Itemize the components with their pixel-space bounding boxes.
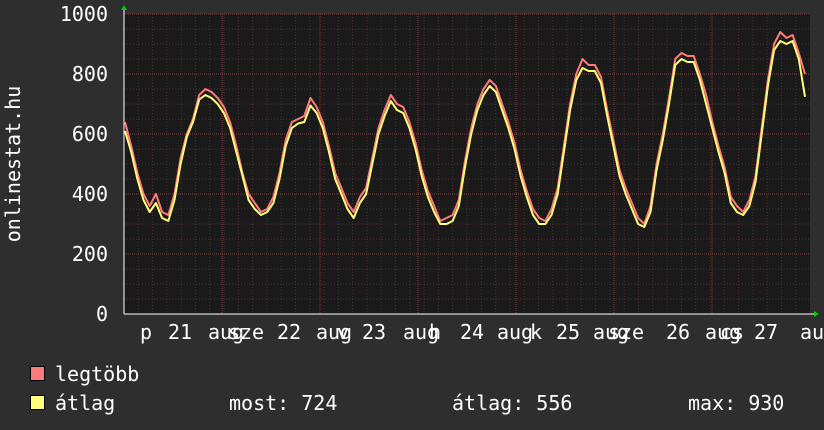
y-tick-label: 800 xyxy=(72,62,108,86)
x-tick-label: k xyxy=(530,320,542,344)
x-tick-label: v xyxy=(337,320,349,344)
x-tick-label: h xyxy=(429,320,441,344)
x-tick-label: au xyxy=(800,320,824,344)
legend-label-avg: átlag xyxy=(55,391,116,415)
y-tick-label: 600 xyxy=(72,122,108,146)
x-tick-label: 26 xyxy=(666,320,690,344)
legend-item-avg: átlag xyxy=(30,391,115,415)
x-tick-label: sze xyxy=(608,320,644,344)
x-tick-label: 25 xyxy=(556,320,580,344)
legend-swatch-max xyxy=(30,366,45,381)
y-axis-label: onlinestat.hu xyxy=(1,86,25,243)
x-tick-label: 27 xyxy=(754,320,778,344)
y-tick-label: 0 xyxy=(96,302,108,326)
y-tick-label: 1000 xyxy=(60,2,108,26)
y-tick-label: 400 xyxy=(72,182,108,206)
legend-swatch-avg xyxy=(30,395,45,410)
line-chart: 0 200 400 600 800 1000 onlinestat.hu p 21 aug sze 2… xyxy=(1,2,824,344)
x-tick-label: sze xyxy=(228,320,264,344)
y-axis-arrow xyxy=(121,5,127,10)
legend-item-max: legtöbb xyxy=(30,362,139,386)
chart-container: 0 200 400 600 800 1000 onlinestat.hu p 21 aug sze 2… xyxy=(0,0,824,430)
x-tick-label: 21 xyxy=(168,320,192,344)
x-tick-label: cs xyxy=(720,320,744,344)
x-tick-label: 23 xyxy=(362,320,386,344)
y-tick-label: 200 xyxy=(72,242,108,266)
x-axis-arrow xyxy=(814,311,819,317)
legend-label-max: legtöbb xyxy=(55,362,140,386)
x-tick-label: 24 xyxy=(460,320,484,344)
x-tick-label: p xyxy=(140,320,152,344)
x-tick-label: aug xyxy=(497,320,533,344)
stat-current: most: 724 xyxy=(229,391,338,415)
stat-maximum: max: 930 xyxy=(688,391,785,415)
x-tick-label: 22 xyxy=(277,320,301,344)
stat-average: átlag: 556 xyxy=(452,391,573,415)
